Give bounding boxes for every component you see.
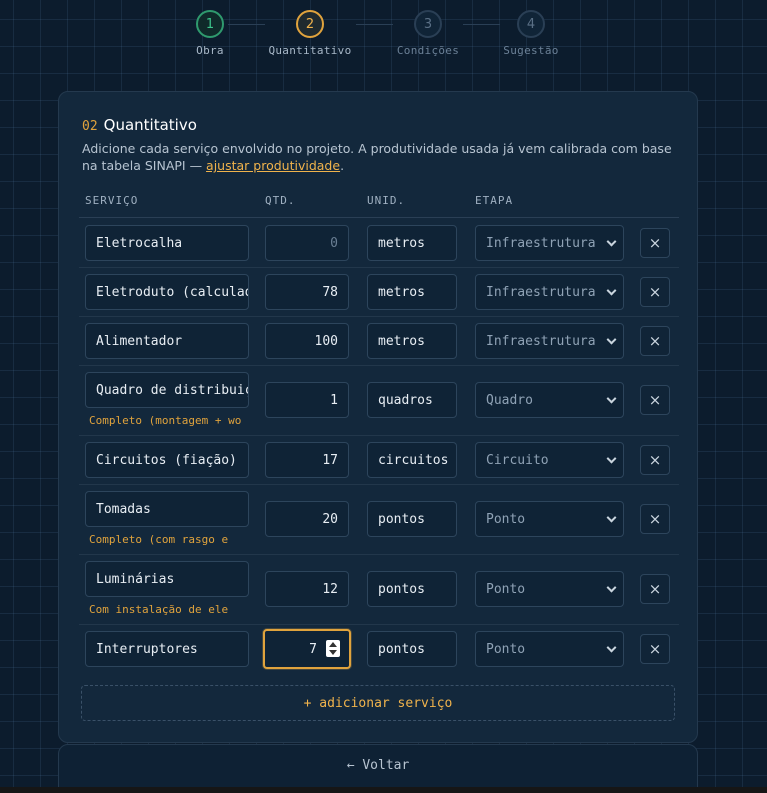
step-number: 4 — [517, 10, 545, 38]
delete-row-button[interactable]: × — [640, 634, 670, 664]
table-row: Interruptores 7 pontos Ponto × — [79, 625, 679, 675]
stepper: 1 Obra 2 Quantitativo 3 Condições 4 Suge… — [0, 0, 767, 70]
card-title: 02 Quantitativo — [82, 116, 197, 134]
stage-select[interactable]: Quadro — [475, 382, 624, 418]
quantity-input[interactable]: 0 — [265, 225, 349, 261]
quantity-input[interactable]: 78 — [265, 274, 349, 310]
table-row: Luminárias Com instalação de ele 12 pont… — [79, 555, 679, 625]
delete-row-button[interactable]: × — [640, 326, 670, 356]
quantity-input[interactable]: 17 — [265, 442, 349, 478]
stage-select[interactable]: Infraestrutura — [475, 323, 624, 359]
service-name-input[interactable]: Eletrocalha — [85, 225, 249, 261]
stage-value: Infraestrutura — [486, 333, 596, 349]
card-description: Adicione cada serviço envolvido no proje… — [82, 140, 672, 174]
quantity-input[interactable]: 1 — [265, 382, 349, 418]
adjust-productivity-link[interactable]: ajustar produtividade — [206, 158, 340, 173]
table-row: Eletrocalha 0 metros Infraestrutura × — [79, 219, 679, 268]
stage-value: Quadro — [486, 392, 533, 408]
stage-select[interactable]: Ponto — [475, 501, 624, 537]
chevron-down-icon — [606, 642, 617, 653]
section-title: Quantitativo — [103, 116, 197, 134]
step-obra[interactable]: 1 Obra — [160, 10, 260, 57]
stage-value: Ponto — [486, 641, 526, 657]
header-service: SERVIÇO — [85, 194, 139, 207]
stage-select[interactable]: Circuito — [475, 442, 624, 478]
number-spinner[interactable] — [326, 640, 340, 657]
service-name-input[interactable]: Luminárias — [85, 561, 249, 597]
unit-input[interactable]: pontos — [367, 571, 457, 607]
chevron-down-icon — [606, 393, 617, 404]
step-condicoes[interactable]: 3 Condições — [378, 10, 478, 57]
chevron-down-icon — [606, 236, 617, 247]
header-unit: UNID. — [367, 194, 406, 207]
stage-value: Ponto — [486, 511, 526, 527]
delete-row-button[interactable]: × — [640, 504, 670, 534]
unit-input[interactable]: metros — [367, 225, 457, 261]
delete-row-button[interactable]: × — [640, 228, 670, 258]
stage-value: Infraestrutura — [486, 284, 596, 300]
step-label: Quantitativo — [268, 44, 352, 57]
chevron-down-icon — [606, 582, 617, 593]
unit-input[interactable]: quadros — [367, 382, 457, 418]
quantity-input[interactable]: 100 — [265, 323, 349, 359]
service-note: Com instalação de ele — [89, 603, 229, 616]
section-number: 02 — [82, 119, 98, 134]
step-number: 2 — [296, 10, 324, 38]
stage-select[interactable]: Infraestrutura — [475, 274, 624, 310]
delete-row-button[interactable]: × — [640, 445, 670, 475]
table-header: SERVIÇO QTD. UNID. ETAPA — [79, 190, 679, 218]
description-suffix: . — [340, 158, 345, 173]
description-text: Adicione cada serviço envolvido no proje… — [82, 141, 672, 173]
stage-value: Circuito — [486, 452, 549, 468]
navigation-card: ← Voltar — [58, 744, 698, 793]
unit-input[interactable]: metros — [367, 323, 457, 359]
step-number: 3 — [414, 10, 442, 38]
unit-input[interactable]: circuitos — [367, 442, 457, 478]
step-quantitativo[interactable]: 2 Quantitativo — [260, 10, 360, 57]
service-name-input[interactable]: Eletroduto (calculado) — [85, 274, 249, 310]
quantity-input[interactable]: 7 — [263, 629, 351, 669]
service-name-input[interactable]: Interruptores — [85, 631, 249, 667]
table-row: Alimentador 100 metros Infraestrutura × — [79, 317, 679, 366]
step-label: Obra — [196, 44, 224, 57]
stage-select[interactable]: Infraestrutura — [475, 225, 624, 261]
table-row: Eletroduto (calculado) 78 metros Infraes… — [79, 268, 679, 317]
quantity-input[interactable]: 12 — [265, 571, 349, 607]
chevron-down-icon — [606, 453, 617, 464]
header-qty: QTD. — [265, 194, 296, 207]
service-note: Completo (montagem + wo — [89, 414, 242, 427]
stage-select[interactable]: Ponto — [475, 631, 624, 667]
table-row: Tomadas Completo (com rasgo e 20 pontos … — [79, 485, 679, 555]
delete-row-button[interactable]: × — [640, 385, 670, 415]
quantity-input[interactable]: 20 — [265, 501, 349, 537]
chevron-down-icon — [606, 334, 617, 345]
chevron-down-icon — [606, 285, 617, 296]
service-name-input[interactable]: Quadro de distribuição — [85, 372, 249, 408]
header-stage: ETAPA — [475, 194, 514, 207]
step-label: Sugestão — [503, 44, 559, 57]
add-service-button[interactable]: + adicionar serviço — [81, 685, 675, 721]
step-sugestao[interactable]: 4 Sugestão — [481, 10, 581, 57]
table-row: Circuitos (fiação) 17 circuitos Circuito… — [79, 436, 679, 485]
service-name-input[interactable]: Alimentador — [85, 323, 249, 359]
unit-input[interactable]: metros — [367, 274, 457, 310]
bottom-edge — [0, 787, 767, 793]
service-name-input[interactable]: Circuitos (fiação) — [85, 442, 249, 478]
quantitativo-card: 02 Quantitativo Adicione cada serviço env… — [58, 91, 698, 743]
chevron-down-icon — [606, 512, 617, 523]
stage-select[interactable]: Ponto — [475, 571, 624, 607]
step-number: 1 — [196, 10, 224, 38]
delete-row-button[interactable]: × — [640, 574, 670, 604]
stage-value: Infraestrutura — [486, 235, 596, 251]
service-name-input[interactable]: Tomadas — [85, 491, 249, 527]
quantity-value: 7 — [309, 641, 317, 657]
service-note: Completo (com rasgo e — [89, 533, 229, 546]
unit-input[interactable]: pontos — [367, 631, 457, 667]
table-row: Quadro de distribuição Completo (montage… — [79, 366, 679, 436]
back-button[interactable]: ← Voltar — [59, 758, 697, 773]
step-label: Condições — [396, 44, 460, 57]
delete-row-button[interactable]: × — [640, 277, 670, 307]
unit-input[interactable]: pontos — [367, 501, 457, 537]
stage-value: Ponto — [486, 581, 526, 597]
